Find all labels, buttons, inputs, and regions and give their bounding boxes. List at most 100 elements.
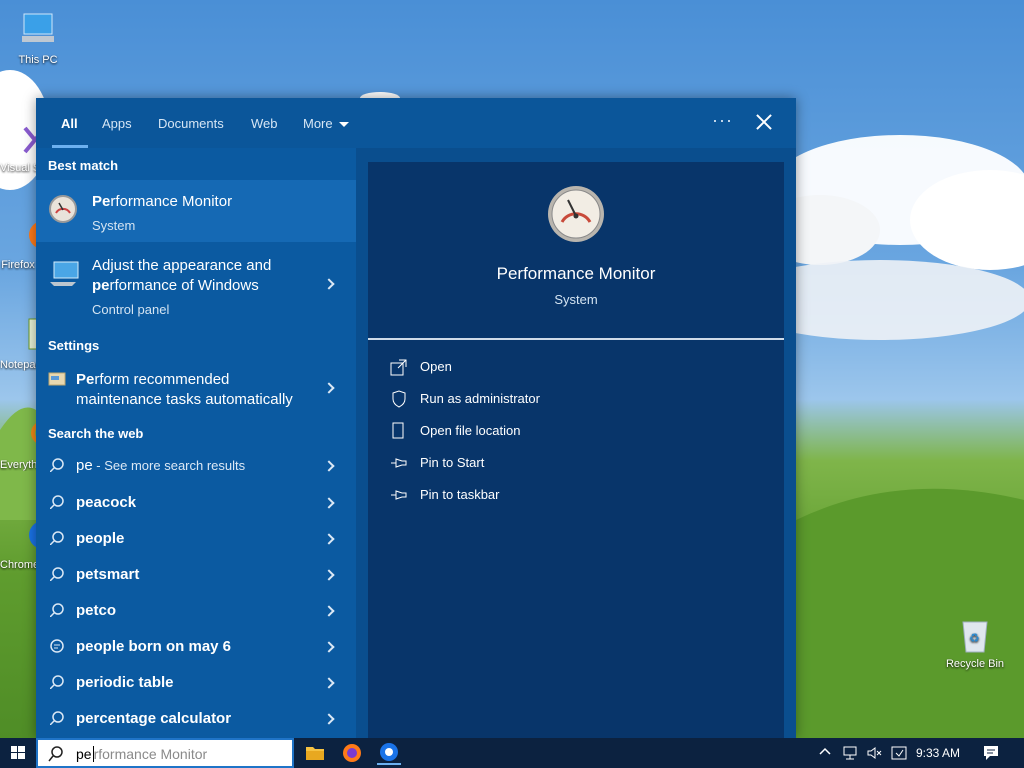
chrome-icon	[14, 515, 36, 555]
search-icon	[50, 603, 64, 617]
chevron-right-icon[interactable]	[323, 497, 335, 509]
desktop-icon-recycle-bin[interactable]: ♻ Recycle Bin	[942, 614, 1008, 670]
action-label: Run as administrator	[420, 391, 540, 406]
chevron-right-icon[interactable]	[323, 605, 335, 617]
chevron-right-icon[interactable]	[323, 278, 335, 290]
result-adjust-appearance[interactable]: Adjust the appearance and performance of…	[36, 246, 356, 326]
result-subtitle: Control panel	[92, 302, 170, 317]
result-title-line-1: Perform recommended	[76, 370, 229, 390]
firefox-icon[interactable]	[340, 741, 364, 765]
web-result-suffix: - See more search results	[92, 458, 246, 473]
close-icon[interactable]	[752, 110, 776, 134]
web-result-text: pe - See more search results	[76, 457, 245, 474]
search-icon	[50, 567, 64, 581]
notepad-icon	[14, 315, 36, 355]
tab-web[interactable]: Web	[251, 116, 278, 131]
open-icon	[390, 359, 407, 376]
recycle-bin-icon: ♻	[955, 614, 995, 654]
search-typed-text: pe	[76, 746, 92, 762]
result-title-rest: rform recommended	[94, 371, 230, 388]
result-performance-monitor[interactable]: Performance Monitor System	[36, 180, 356, 242]
tab-apps[interactable]: Apps	[102, 116, 132, 131]
action-open-file-location[interactable]: Open file location	[390, 420, 690, 444]
result-title-match: Pe	[76, 371, 95, 388]
result-title-match: Pe	[92, 193, 111, 210]
file-explorer-icon[interactable]	[303, 741, 327, 765]
action-run-as-administrator[interactable]: Run as administrator	[390, 388, 690, 412]
magnifier-icon	[14, 415, 36, 455]
web-result-term: pe	[76, 457, 93, 474]
search-text: pe rformance Monitor	[76, 746, 207, 762]
web-result-text: percentage calculator	[76, 710, 232, 727]
web-result-text: petco	[76, 602, 117, 619]
shield-icon	[392, 390, 406, 408]
web-result-petsmart[interactable]: petsmart	[36, 557, 356, 593]
more-options-button[interactable]: ···	[712, 110, 733, 131]
results-pane: Best match Performance Monitor System Ad…	[36, 148, 356, 738]
chevron-right-icon[interactable]	[323, 713, 335, 725]
web-result-peacock[interactable]: peacock	[36, 485, 356, 521]
desktop-icon-label: Notepad++	[0, 359, 36, 371]
web-result-text: periodic table	[76, 674, 174, 691]
desktop-icon-notepad[interactable]: Notepad++	[0, 315, 36, 371]
tab-more[interactable]: More	[303, 116, 349, 131]
result-perform-maintenance[interactable]: Perform recommended maintenance tasks au…	[36, 362, 356, 414]
clock[interactable]: 9:33 AM	[916, 746, 966, 768]
search-autocomplete-text: rformance Monitor	[93, 746, 208, 762]
desktop-icon-this-pc[interactable]: This PC	[6, 10, 70, 66]
chevron-right-icon[interactable]	[323, 382, 335, 394]
taskbar: pe rformance Monitor 9:33 AM	[0, 738, 1024, 768]
firefox-icon	[14, 215, 36, 255]
desktop-icon-visual-studio[interactable]: Visual Studio 2019	[0, 118, 36, 174]
start-button[interactable]	[0, 738, 36, 768]
action-pin-to-taskbar[interactable]: Pin to taskbar	[390, 484, 690, 508]
preview-subtitle: System	[554, 292, 598, 307]
chrome-icon[interactable]	[377, 741, 401, 765]
chevron-right-icon[interactable]	[323, 533, 335, 545]
chevron-right-icon[interactable]	[323, 460, 335, 472]
web-result-people-born-on-may-6[interactable]: people born on may 6	[36, 629, 356, 665]
gauge-icon	[48, 194, 78, 224]
show-hidden-icons-button[interactable]	[818, 744, 832, 768]
web-result-text: people born on may 6	[76, 638, 232, 655]
action-open[interactable]: Open	[390, 356, 690, 380]
chevron-right-icon[interactable]	[323, 569, 335, 581]
svg-text:♻: ♻	[969, 631, 980, 645]
web-result-periodic-table[interactable]: periodic table	[36, 665, 356, 701]
visual-studio-icon	[14, 118, 36, 158]
chevron-right-icon[interactable]	[323, 641, 335, 653]
desktop-icon-chrome[interactable]: Chrome	[0, 515, 36, 571]
divider	[368, 338, 784, 340]
search-icon	[50, 531, 64, 545]
desktop-icon-everything[interactable]: Everything	[0, 415, 36, 471]
start-search-panel: All Apps Documents Web More ··· Best mat…	[36, 98, 796, 738]
network-icon[interactable]	[842, 745, 860, 768]
search-icon	[48, 746, 63, 762]
desktop-icon-label: Chrome	[0, 559, 36, 571]
desktop-icon-label: Firefox	[1, 259, 35, 271]
chevron-right-icon[interactable]	[323, 677, 335, 689]
web-result-petco[interactable]: petco	[36, 593, 356, 629]
action-label: Pin to Start	[420, 455, 485, 470]
file-location-icon	[392, 422, 404, 439]
tab-all[interactable]: All	[61, 116, 78, 131]
result-title-line-2: maintenance tasks automatically	[76, 391, 293, 408]
web-result-see-more[interactable]: pe - See more search results	[36, 448, 356, 484]
volume-muted-icon[interactable]	[866, 745, 884, 768]
search-web-heading: Search the web	[48, 426, 144, 441]
control-panel-icon	[48, 258, 80, 288]
result-title: Performance Monitor	[92, 192, 232, 212]
pin-icon	[391, 490, 407, 500]
taskbar-search-input[interactable]: pe rformance Monitor	[36, 738, 294, 768]
action-pin-to-start[interactable]: Pin to Start	[390, 452, 690, 476]
chevron-up-icon	[819, 747, 831, 755]
result-title-rest: rformance Monitor	[110, 193, 233, 210]
web-result-percentage-calculator[interactable]: percentage calculator	[36, 701, 356, 737]
tab-documents[interactable]: Documents	[158, 116, 224, 131]
security-center-icon[interactable]	[890, 745, 908, 768]
maintenance-icon	[48, 372, 66, 386]
desktop-icon-firefox[interactable]: Firefox	[0, 215, 36, 271]
action-center-icon[interactable]	[982, 744, 1000, 768]
result-title-line-1: Adjust the appearance and	[92, 257, 272, 274]
web-result-people[interactable]: people	[36, 521, 356, 557]
